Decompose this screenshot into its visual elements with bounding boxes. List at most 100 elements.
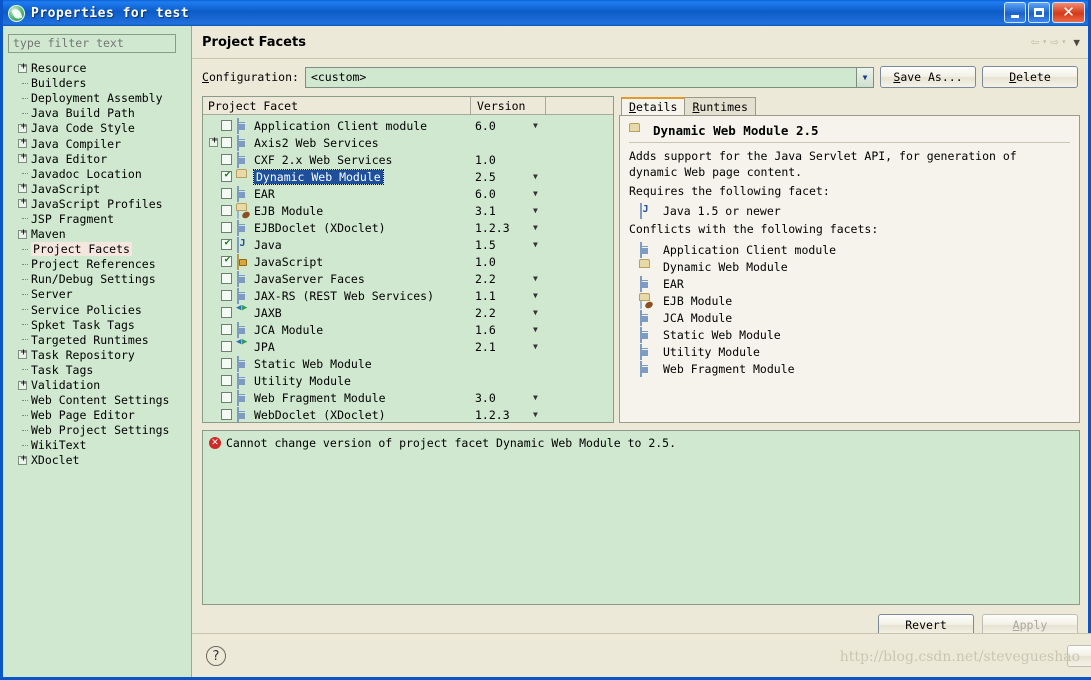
- sidebar-item-task-tags[interactable]: Task Tags: [8, 362, 186, 377]
- facet-checkbox[interactable]: [221, 358, 232, 369]
- sidebar-item-project-references[interactable]: Project References: [8, 257, 186, 272]
- maximize-button[interactable]: [1028, 2, 1050, 23]
- table-row[interactable]: JavaScript1.0: [203, 253, 613, 270]
- sidebar-item-xdoclet[interactable]: XDoclet: [8, 453, 186, 468]
- sidebar-item-server[interactable]: Server: [8, 287, 186, 302]
- table-row[interactable]: JPA2.1▼: [203, 338, 613, 355]
- table-row[interactable]: WebDoclet (XDoclet)1.2.3▼: [203, 406, 613, 422]
- sidebar-item-javascript-profiles[interactable]: JavaScript Profiles: [8, 196, 186, 211]
- expand-icon[interactable]: [18, 64, 27, 73]
- facet-checkbox[interactable]: [221, 256, 232, 267]
- table-row[interactable]: JAXB2.2▼: [203, 304, 613, 321]
- sidebar-item-java-code-style[interactable]: Java Code Style: [8, 121, 186, 136]
- table-row[interactable]: JCA Module1.6▼: [203, 321, 613, 338]
- forward-dropdown-icon[interactable]: ▾: [1062, 38, 1067, 46]
- sidebar-item-jsp-fragment[interactable]: JSP Fragment: [8, 211, 186, 226]
- sidebar-item-web-project-settings[interactable]: Web Project Settings: [8, 423, 186, 438]
- version-dropdown-icon[interactable]: ▼: [533, 121, 538, 130]
- sidebar-item-task-repository[interactable]: Task Repository: [8, 347, 186, 362]
- expand-icon[interactable]: [18, 154, 27, 163]
- sidebar-item-spket-task-tags[interactable]: Spket Task Tags: [8, 317, 186, 332]
- sidebar-item-validation[interactable]: Validation: [8, 377, 186, 392]
- configuration-select[interactable]: <custom> ▼: [305, 67, 874, 88]
- expand-icon[interactable]: [18, 124, 27, 133]
- expand-icon[interactable]: [18, 139, 27, 148]
- facet-checkbox[interactable]: [221, 375, 232, 386]
- expand-icon[interactable]: [18, 230, 27, 239]
- table-row[interactable]: Application Client module6.0▼: [203, 117, 613, 134]
- close-button[interactable]: ✕: [1052, 2, 1085, 23]
- table-row[interactable]: Utility Module: [203, 372, 613, 389]
- delete-button[interactable]: Delete: [982, 66, 1078, 88]
- version-dropdown-icon[interactable]: ▼: [533, 393, 538, 402]
- version-dropdown-icon[interactable]: ▼: [533, 410, 538, 419]
- sidebar-item-wikitext[interactable]: WikiText: [8, 438, 186, 453]
- table-row[interactable]: Static Web Module: [203, 355, 613, 372]
- sidebar-item-java-editor[interactable]: Java Editor: [8, 151, 186, 166]
- sidebar-item-resource[interactable]: Resource: [8, 61, 186, 76]
- sidebar-item-javascript[interactable]: JavaScript: [8, 181, 186, 196]
- sidebar-item-deployment-assembly[interactable]: Deployment Assembly: [8, 91, 186, 106]
- version-dropdown-icon[interactable]: ▼: [533, 291, 538, 300]
- sidebar-item-java-compiler[interactable]: Java Compiler: [8, 136, 186, 151]
- table-row[interactable]: Axis2 Web Services: [203, 134, 613, 151]
- version-dropdown-icon[interactable]: ▼: [533, 325, 538, 334]
- sidebar-item-web-content-settings[interactable]: Web Content Settings: [8, 393, 186, 408]
- table-row[interactable]: EJB Module3.1▼: [203, 202, 613, 219]
- version-dropdown-icon[interactable]: ▼: [533, 223, 538, 232]
- sidebar-item-service-policies[interactable]: Service Policies: [8, 302, 186, 317]
- sidebar-item-maven[interactable]: Maven: [8, 227, 186, 242]
- table-row[interactable]: Web Fragment Module3.0▼: [203, 389, 613, 406]
- version-dropdown-icon[interactable]: ▼: [533, 240, 538, 249]
- table-row[interactable]: Dynamic Web Module2.5▼: [203, 168, 613, 185]
- table-row[interactable]: EAR6.0▼: [203, 185, 613, 202]
- expand-icon[interactable]: [18, 199, 27, 208]
- table-row[interactable]: JavaServer Faces2.2▼: [203, 270, 613, 287]
- sidebar-item-builders[interactable]: Builders: [8, 76, 186, 91]
- sidebar-item-run-debug-settings[interactable]: Run/Debug Settings: [8, 272, 186, 287]
- version-dropdown-icon[interactable]: ▼: [533, 172, 538, 181]
- table-row[interactable]: Java1.5▼: [203, 236, 613, 253]
- facet-checkbox[interactable]: [221, 392, 232, 403]
- expand-icon[interactable]: [18, 456, 27, 465]
- expand-icon[interactable]: [18, 381, 27, 390]
- help-icon[interactable]: ?: [206, 646, 226, 666]
- table-row[interactable]: CXF 2.x Web Services1.0: [203, 151, 613, 168]
- table-row[interactable]: EJBDoclet (XDoclet)1.2.3▼: [203, 219, 613, 236]
- facet-checkbox[interactable]: [221, 307, 232, 318]
- column-header-project-facet[interactable]: Project Facet: [203, 97, 471, 114]
- facet-checkbox[interactable]: [221, 239, 232, 250]
- facet-checkbox[interactable]: [221, 171, 232, 182]
- expand-icon[interactable]: [209, 138, 218, 147]
- column-header-version[interactable]: Version: [471, 97, 546, 114]
- back-dropdown-icon[interactable]: ▾: [1042, 38, 1047, 46]
- back-icon[interactable]: ⇦: [1031, 35, 1039, 49]
- save-as-button[interactable]: Save As...: [880, 66, 976, 88]
- sidebar-item-java-build-path[interactable]: Java Build Path: [8, 106, 186, 121]
- facet-checkbox[interactable]: [221, 273, 232, 284]
- sidebar-item-web-page-editor[interactable]: Web Page Editor: [8, 408, 186, 423]
- facet-checkbox[interactable]: [221, 324, 232, 335]
- version-dropdown-icon[interactable]: ▼: [533, 206, 538, 215]
- tab-runtimes[interactable]: Runtimes: [684, 97, 755, 115]
- sidebar-item-javadoc-location[interactable]: Javadoc Location: [8, 166, 186, 181]
- facet-checkbox[interactable]: [221, 290, 232, 301]
- version-dropdown-icon[interactable]: ▼: [533, 189, 538, 198]
- facet-checkbox[interactable]: [221, 341, 232, 352]
- facet-checkbox[interactable]: [221, 205, 232, 216]
- tab-details[interactable]: Details: [621, 97, 685, 115]
- table-row[interactable]: JAX-RS (REST Web Services)1.1▼: [203, 287, 613, 304]
- expand-icon[interactable]: [18, 184, 27, 193]
- facet-checkbox[interactable]: [221, 154, 232, 165]
- sidebar-item-targeted-runtimes[interactable]: Targeted Runtimes: [8, 332, 186, 347]
- facet-checkbox[interactable]: [221, 409, 232, 420]
- forward-icon[interactable]: ⇨: [1050, 35, 1058, 49]
- expand-icon[interactable]: [18, 350, 27, 359]
- facet-checkbox[interactable]: [221, 137, 232, 148]
- version-dropdown-icon[interactable]: ▼: [533, 274, 538, 283]
- chevron-down-icon[interactable]: ▼: [856, 68, 873, 87]
- filter-input[interactable]: [8, 34, 176, 53]
- facet-checkbox[interactable]: [221, 188, 232, 199]
- facet-checkbox[interactable]: [221, 222, 232, 233]
- version-dropdown-icon[interactable]: ▼: [533, 308, 538, 317]
